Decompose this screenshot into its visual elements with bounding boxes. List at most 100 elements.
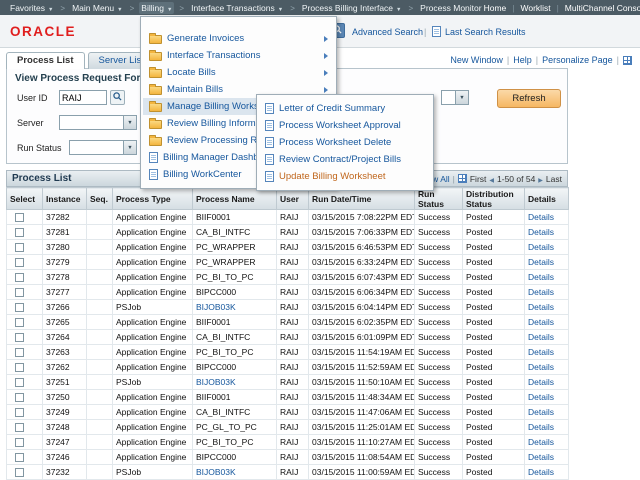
page-links-separator: [617, 55, 619, 65]
cell-instance: 37265: [43, 315, 87, 330]
details-link[interactable]: Details: [528, 422, 554, 432]
advanced-search-link[interactable]: Advanced Search: [352, 27, 423, 37]
process-name-link[interactable]: BIJOB03K: [196, 467, 236, 477]
submenu-item-update-billing-worksheet[interactable]: Update Billing Worksheet: [259, 168, 431, 185]
cell-process-type: Application Engine: [113, 225, 193, 240]
details-link[interactable]: Details: [528, 347, 554, 357]
tab-process-list[interactable]: Process List: [6, 52, 85, 69]
row-select-checkbox[interactable]: [15, 363, 24, 372]
cell-seq: [87, 240, 113, 255]
grid-popout-icon[interactable]: [458, 174, 467, 183]
row-select-checkbox[interactable]: [15, 423, 24, 432]
breadcrumb-label: Main Menu: [72, 3, 114, 13]
cell-details: Details: [525, 330, 569, 345]
cell-instance: 37266: [43, 300, 87, 315]
next-page-icon[interactable]: [538, 174, 543, 184]
details-link[interactable]: Details: [528, 332, 554, 342]
details-link[interactable]: Details: [528, 212, 554, 222]
breadcrumb-item-interface-transactions[interactable]: Interface Transactions: [189, 2, 285, 14]
row-select-checkbox[interactable]: [15, 468, 24, 477]
details-link[interactable]: Details: [528, 272, 554, 282]
details-link[interactable]: Details: [528, 437, 554, 447]
details-link[interactable]: Details: [528, 302, 554, 312]
breadcrumb-item-favorites[interactable]: Favorites: [8, 2, 55, 14]
breadcrumb-item-process-billing-interface[interactable]: Process Billing Interface: [300, 2, 404, 14]
row-select-checkbox[interactable]: [15, 438, 24, 447]
row-select-checkbox[interactable]: [15, 348, 24, 357]
server-select[interactable]: [59, 115, 137, 130]
submenu-item-process-worksheet-delete[interactable]: Process Worksheet Delete: [259, 134, 431, 151]
menu-item-locate-bills[interactable]: Locate Bills: [143, 64, 334, 81]
details-link[interactable]: Details: [528, 362, 554, 372]
previous-page-icon[interactable]: [489, 174, 494, 184]
submenu-item-label: Process Worksheet Delete: [279, 137, 391, 148]
pagination-first[interactable]: First: [470, 174, 487, 184]
menu-item-label: Locate Bills: [167, 67, 216, 78]
row-select-checkbox[interactable]: [15, 243, 24, 252]
process-name-link[interactable]: BIJOB03K: [196, 302, 236, 312]
cell-distribution-status: Posted: [463, 405, 525, 420]
help-link[interactable]: Help: [513, 55, 532, 65]
pagination-last[interactable]: Last: [546, 174, 562, 184]
row-select-checkbox[interactable]: [15, 258, 24, 267]
details-link[interactable]: Details: [528, 287, 554, 297]
chevron-down-icon: [123, 116, 136, 129]
submenu-item-process-worksheet-approval[interactable]: Process Worksheet Approval: [259, 117, 431, 134]
cell-process-type: Application Engine: [113, 210, 193, 225]
personalize-page-link[interactable]: Personalize Page: [542, 55, 613, 65]
row-select-checkbox[interactable]: [15, 408, 24, 417]
breadcrumb-item-billing[interactable]: Billing: [139, 2, 174, 14]
last-range-select[interactable]: [441, 90, 469, 105]
refresh-button[interactable]: Refresh: [497, 89, 561, 108]
user-id-lookup-button[interactable]: [110, 90, 125, 105]
cell-details: Details: [525, 450, 569, 465]
menu-item-label: Billing WorkCenter: [163, 169, 242, 180]
details-link[interactable]: Details: [528, 392, 554, 402]
row-select-checkbox[interactable]: [15, 378, 24, 387]
toplink-home[interactable]: Home: [484, 3, 507, 13]
row-select-checkbox[interactable]: [15, 213, 24, 222]
copy-url-icon[interactable]: [623, 56, 632, 65]
row-select-checkbox[interactable]: [15, 288, 24, 297]
cell-distribution-status: Posted: [463, 285, 525, 300]
cell-instance: 37248: [43, 420, 87, 435]
row-select-checkbox[interactable]: [15, 303, 24, 312]
breadcrumb-item-main-menu[interactable]: Main Menu: [70, 2, 125, 14]
chevron-down-icon: [278, 3, 283, 13]
row-select-checkbox[interactable]: [15, 393, 24, 402]
details-link[interactable]: Details: [528, 257, 554, 267]
details-link[interactable]: Details: [528, 452, 554, 462]
top-nav-bar: Favorites Main Menu Billing Interface Trans…: [0, 0, 640, 15]
last-search-results-link[interactable]: Last Search Results: [445, 27, 526, 37]
run-status-select[interactable]: [69, 140, 137, 155]
cell-instance: 37281: [43, 225, 87, 240]
row-select-checkbox[interactable]: [15, 333, 24, 342]
details-link[interactable]: Details: [528, 467, 554, 477]
process-name-link[interactable]: BIJOB03K: [196, 377, 236, 387]
menu-item-generate-invoices[interactable]: Generate Invoices: [143, 30, 334, 47]
new-window-link[interactable]: New Window: [450, 55, 503, 65]
details-link[interactable]: Details: [528, 407, 554, 417]
row-select-checkbox[interactable]: [15, 453, 24, 462]
tab-bar: Process List Server List: [6, 52, 158, 69]
details-link[interactable]: Details: [528, 377, 554, 387]
row-select-checkbox[interactable]: [15, 318, 24, 327]
toplink-worklist[interactable]: Worklist: [521, 3, 551, 13]
breadcrumb-item-process-monitor[interactable]: Process Monitor: [418, 2, 483, 14]
breadcrumb-label: Favorites: [10, 3, 45, 13]
submenu-item-review-contract-project-bills[interactable]: Review Contract/Project Bills: [259, 151, 431, 168]
user-id-input[interactable]: [59, 90, 107, 105]
process-name-text: CA_BI_INTFC: [196, 227, 250, 237]
toplink-multichannel-console[interactable]: MultiChannel Console: [565, 3, 640, 13]
row-select-checkbox[interactable]: [15, 228, 24, 237]
server-label: Server: [17, 118, 44, 128]
cell-run-datetime: 03/15/2015 6:02:35PM EDT: [309, 315, 415, 330]
details-link[interactable]: Details: [528, 317, 554, 327]
submenu-item-letter-of-credit-summary[interactable]: Letter of Credit Summary: [259, 100, 431, 117]
document-icon: [265, 120, 274, 131]
menu-item-interface-transactions[interactable]: Interface Transactions: [143, 47, 334, 64]
details-link[interactable]: Details: [528, 227, 554, 237]
cell-user: RAIJ: [277, 360, 309, 375]
row-select-checkbox[interactable]: [15, 273, 24, 282]
details-link[interactable]: Details: [528, 242, 554, 252]
